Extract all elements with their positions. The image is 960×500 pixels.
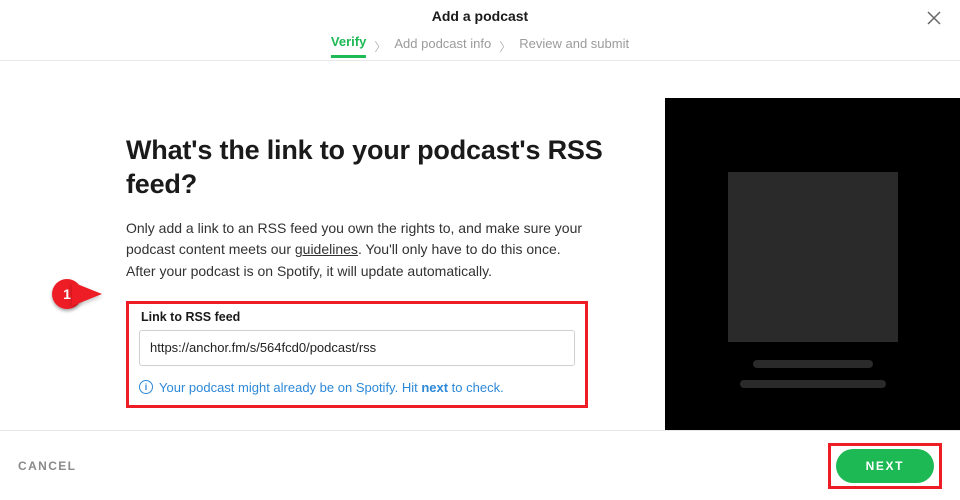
guidelines-link[interactable]: guidelines bbox=[295, 241, 358, 257]
form-heading: What's the link to your podcast's RSS fe… bbox=[126, 134, 619, 202]
hint-row: i Your podcast might already be on Spoti… bbox=[139, 380, 575, 395]
divider bbox=[0, 60, 960, 61]
step-verify[interactable]: Verify bbox=[331, 34, 366, 58]
page-title: Add a podcast bbox=[432, 8, 528, 24]
step-add-info[interactable]: Add podcast info bbox=[394, 36, 491, 57]
rss-input[interactable] bbox=[139, 330, 575, 366]
annotation-box-1: Link to RSS feed i Your podcast might al… bbox=[126, 301, 588, 408]
rss-field-label: Link to RSS feed bbox=[141, 310, 575, 324]
cancel-button[interactable]: CANCEL bbox=[18, 459, 76, 473]
podcast-cover-placeholder bbox=[728, 172, 898, 342]
next-button[interactable]: NEXT bbox=[836, 449, 934, 483]
info-icon: i bbox=[139, 380, 153, 394]
close-icon[interactable] bbox=[926, 10, 942, 26]
annotation-box-2: NEXT bbox=[828, 443, 942, 489]
annotation-badge-1: 1 bbox=[52, 279, 102, 309]
placeholder-line bbox=[753, 360, 873, 368]
form-description: Only add a link to an RSS feed you own t… bbox=[126, 218, 586, 283]
chevron-right-icon: 〉 bbox=[499, 38, 511, 55]
chevron-right-icon: 〉 bbox=[374, 38, 386, 55]
progress-steps: Verify 〉 Add podcast info 〉 Review and s… bbox=[331, 34, 629, 58]
placeholder-line bbox=[740, 380, 886, 388]
step-review[interactable]: Review and submit bbox=[519, 36, 629, 57]
